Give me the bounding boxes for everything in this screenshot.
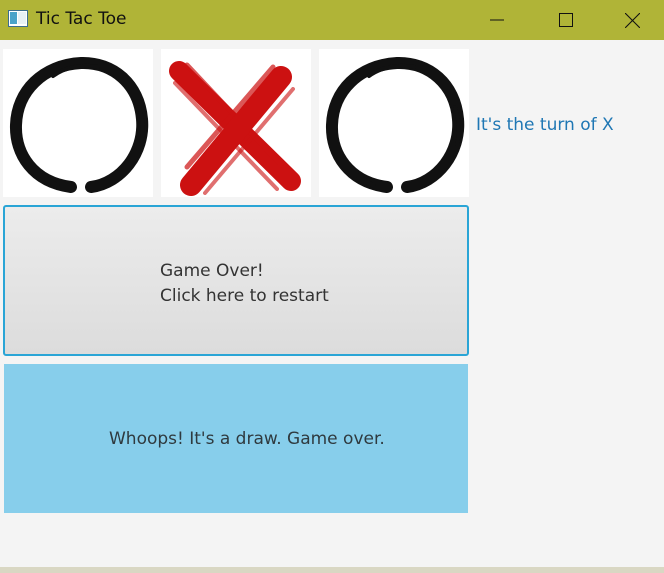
board-cell-2[interactable] — [161, 49, 311, 197]
restart-button-title: Game Over! — [160, 261, 264, 281]
restart-button-subtitle: Click here to restart — [160, 286, 329, 306]
minimize-icon — [490, 19, 504, 21]
window-bottom-border — [0, 567, 664, 573]
o-mark-icon — [9, 56, 149, 193]
board-cell-3[interactable] — [319, 49, 469, 197]
maximize-button[interactable] — [531, 0, 601, 40]
status-panel: Whoops! It's a draw. Game over. — [4, 364, 468, 513]
close-icon — [625, 12, 640, 28]
restart-button[interactable]: Game Over! Click here to restart — [3, 205, 469, 356]
window-title: Tic Tac Toe — [36, 9, 127, 29]
title-bar[interactable]: Tic Tac Toe — [0, 0, 664, 40]
turn-label: It's the turn of X — [476, 115, 614, 135]
close-button[interactable] — [601, 0, 664, 40]
status-message: Whoops! It's a draw. Game over. — [109, 429, 385, 449]
maximize-icon — [559, 13, 573, 27]
o-mark-icon — [325, 56, 465, 193]
minimize-button[interactable] — [462, 0, 532, 40]
board-cell-1[interactable] — [3, 49, 153, 197]
x-mark-icon — [169, 61, 301, 196]
app-icon — [8, 10, 28, 27]
